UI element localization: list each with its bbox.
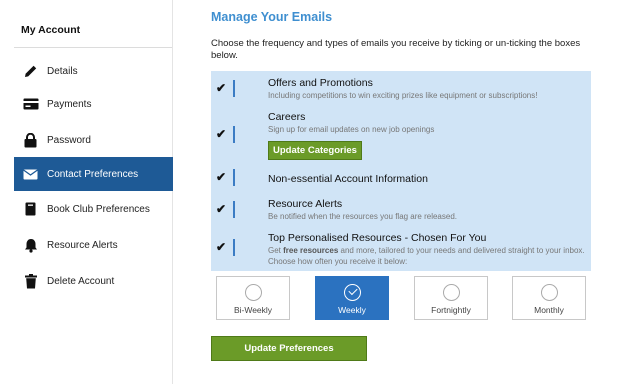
update-preferences-button[interactable]: Update Preferences [211,336,367,361]
pref-divider [233,239,235,256]
frequency-label: Monthly [534,305,564,315]
sidebar-item-delete-account[interactable]: Delete Account [14,264,173,298]
envelope-icon [14,168,47,180]
update-categories-button[interactable]: Update Categories [268,141,362,160]
pref-description: Be notified when the resources you flag … [268,212,458,221]
sidebar-item-label: Payments [47,98,92,110]
pref-title: Resource Alerts [268,198,343,210]
pref-title: Offers and Promotions [268,77,373,89]
sidebar-item-label: Book Club Preferences [47,203,150,215]
pref-divider [233,80,235,97]
frequency-option-fortnightly[interactable]: Fortnightly [414,276,488,320]
credit-card-icon [14,98,47,110]
checkbox-non-essential[interactable]: ✔ [216,170,226,184]
sidebar-item-details[interactable]: Details [14,54,173,88]
radio-circle [245,284,262,301]
pref-title: Careers [268,111,306,123]
sidebar-item-label: Details [47,65,78,77]
email-preferences-panel: ✔ Offers and Promotions Including compet… [211,71,591,271]
bell-icon [14,238,47,253]
checkbox-offers[interactable]: ✔ [216,81,226,95]
sidebar-item-label: Contact Preferences [47,168,139,180]
pref-title: Non-essential Account Information [268,173,428,185]
sidebar-item-contact-preferences[interactable]: Contact Preferences [14,157,173,191]
book-icon [14,202,47,216]
radio-circle [443,284,460,301]
sidebar-item-book-club-preferences[interactable]: Book Club Preferences [14,192,173,226]
sidebar-item-resource-alerts[interactable]: Resource Alerts [14,228,173,262]
pref-title: Top Personalised Resources - Chosen For … [268,232,487,244]
lock-icon [14,132,47,148]
radio-circle [541,284,558,301]
checkbox-resource-alerts[interactable]: ✔ [216,202,226,216]
frequency-label: Fortnightly [431,305,471,315]
sidebar-title: My Account [21,24,81,36]
sidebar-item-label: Delete Account [47,275,115,287]
frequency-label: Weekly [338,305,366,315]
sidebar-item-label: Resource Alerts [47,239,118,251]
pref-divider [233,126,235,143]
pref-divider [233,169,235,186]
frequency-option-weekly[interactable]: Weekly [315,276,389,320]
trash-icon [14,273,47,289]
pref-description: Sign up for email updates on new job ope… [268,125,435,134]
pref-description: Get free resources and more, tailored to… [268,246,585,266]
checkbox-personalised-resources[interactable]: ✔ [216,240,226,254]
frequency-option-monthly[interactable]: Monthly [512,276,586,320]
pref-description: Including competitions to win exciting p… [268,91,538,100]
pencil-icon [14,64,47,78]
frequency-option-bi-weekly[interactable]: Bi-Weekly [216,276,290,320]
sidebar-item-label: Password [47,134,91,146]
checkbox-careers[interactable]: ✔ [216,127,226,141]
sidebar-item-password[interactable]: Password [14,123,173,157]
sidebar-divider [14,47,172,48]
pref-divider [233,201,235,218]
check-circle-icon [344,284,361,301]
sidebar: My Account Details Payments Password Con… [0,0,173,384]
page-title: Manage Your Emails [211,10,333,24]
sidebar-item-payments[interactable]: Payments [14,87,173,121]
intro-text: Choose the frequency and types of emails… [211,38,581,61]
frequency-label: Bi-Weekly [233,305,273,315]
